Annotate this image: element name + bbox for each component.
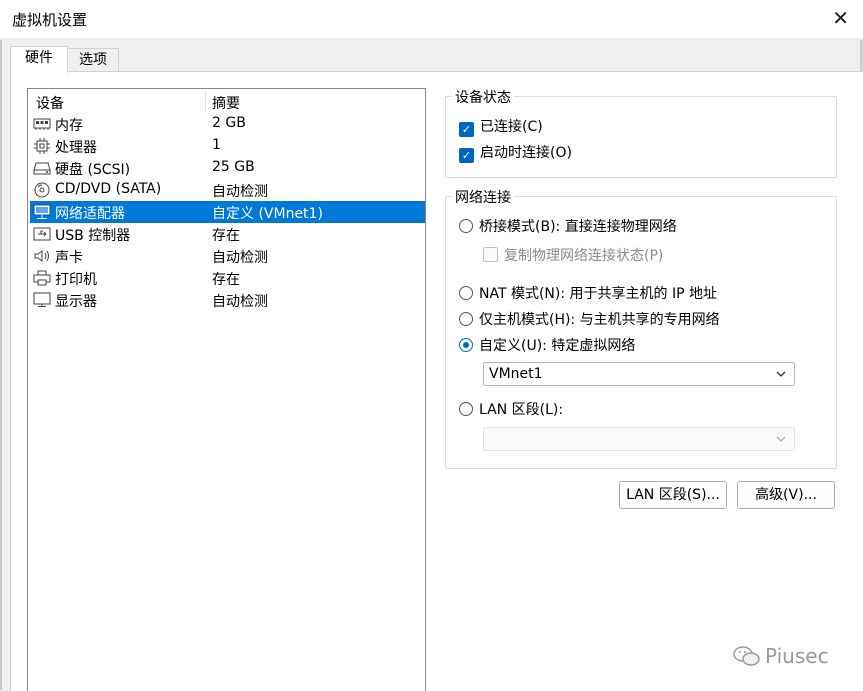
device-row-usb-controller[interactable]: USB 控制器 存在 [28,223,425,245]
column-separator[interactable] [205,91,206,111]
device-row-cd-dvd[interactable]: CD/DVD (SATA) 自动检测 [28,179,425,201]
device-summary: 自动检测 [212,294,268,310]
host-only-label: 仅主机模式(H): 与主机共享的专用网络 [479,312,720,328]
custom-radio[interactable]: 自定义(U): 特定虚拟网络 [459,335,635,355]
device-list-header: 设备 摘要 [28,89,425,113]
window-title: 虚拟机设置 [12,11,88,29]
device-status-title: 设备状态 [452,87,514,107]
monitor-icon [33,292,51,307]
device-summary: 自动检测 [212,250,268,266]
radio-indicator [459,338,473,352]
chevron-down-icon [776,436,786,442]
radio-indicator [459,286,473,300]
device-name: 打印机 [55,272,97,288]
custom-network-select[interactable]: VMnet1 [483,362,795,386]
device-name: 显示器 [55,294,97,310]
device-row-printer[interactable]: 打印机 存在 [28,267,425,289]
device-summary: 2 GB [212,115,246,131]
nat-label: NAT 模式(N): 用于共享主机的 IP 地址 [479,286,717,302]
lan-segment-label: LAN 区段(L): [479,402,564,418]
device-summary: 25 GB [212,159,255,175]
device-row-harddisk[interactable]: 硬盘 (SCSI) 25 GB [28,157,425,179]
connect-at-power-on-label: 启动时连接(O) [480,145,572,161]
nat-radio[interactable]: NAT 模式(N): 用于共享主机的 IP 地址 [459,283,717,303]
connected-checkbox[interactable]: ✓ 已连接(C) [459,116,543,137]
connect-at-power-on-checkbox[interactable]: ✓ 启动时连接(O) [459,142,572,163]
radio-indicator [459,402,473,416]
wechat-icon [733,646,760,666]
network-connection-title: 网络连接 [452,187,514,207]
tab-options[interactable]: 选项 [67,48,119,72]
device-status-group: 设备状态 [445,87,837,178]
replicate-state-checkbox[interactable]: 复制物理网络连接状态(P) [483,245,663,265]
host-only-radio[interactable]: 仅主机模式(H): 与主机共享的专用网络 [459,309,720,329]
lan-segments-button[interactable]: LAN 区段(S)... [619,481,727,509]
checkmark-icon: ✓ [459,122,474,137]
device-list[interactable]: 设备 摘要 内存 2 GB 处理器 1 硬盘 (SCSI) 25 GB CD/D… [27,88,426,691]
advanced-button[interactable]: 高级(V)... [737,481,835,509]
tab-hardware[interactable]: 硬件 [10,46,68,73]
custom-network-value: VMnet1 [489,366,543,382]
radio-indicator [459,312,473,326]
device-name: 硬盘 (SCSI) [55,162,131,178]
memory-icon [33,118,51,130]
device-name: CD/DVD (SATA) [55,181,162,197]
radio-indicator [459,219,473,233]
device-name: 内存 [55,118,83,134]
device-summary: 存在 [212,228,240,244]
device-name: 声卡 [55,250,83,266]
printer-icon [33,270,51,286]
device-row-network-adapter[interactable]: 网络适配器 自定义 (VMnet1) [30,201,425,223]
harddisk-icon [33,162,51,175]
custom-label: 自定义(U): 特定虚拟网络 [479,338,636,354]
device-row-display[interactable]: 显示器 自动检测 [28,289,425,311]
network-adapter-icon [33,204,51,219]
checkmark-icon: ✓ [459,148,474,163]
window-left-edge [0,40,2,690]
checkbox-indicator [483,247,498,262]
device-summary: 存在 [212,272,240,288]
device-row-processor[interactable]: 处理器 1 [28,135,425,157]
bridged-label: 桥接模式(B): 直接连接物理网络 [479,219,677,235]
device-summary: 自定义 (VMnet1) [212,206,323,222]
chevron-down-icon [776,371,786,377]
device-name: USB 控制器 [55,228,131,244]
device-row-sound-card[interactable]: 声卡 自动检测 [28,245,425,267]
device-summary: 1 [212,137,221,153]
replicate-state-label: 复制物理网络连接状态(P) [504,248,664,264]
tab-strip: 硬件 选项 [0,38,863,73]
speaker-icon [34,250,49,262]
watermark-text: Piusec [765,644,829,668]
bridged-radio[interactable]: 桥接模式(B): 直接连接物理网络 [459,216,677,236]
close-icon[interactable]: ✕ [832,6,849,30]
lan-segment-radio[interactable]: LAN 区段(L): [459,399,563,419]
watermark: Piusec [733,644,829,668]
device-row-memory[interactable]: 内存 2 GB [28,113,425,135]
usb-icon [33,227,51,241]
device-name: 处理器 [55,140,97,156]
connected-label: 已连接(C) [480,119,543,135]
column-header-device[interactable]: 设备 [36,93,64,113]
title-bar: 虚拟机设置 ✕ [0,0,863,38]
cd-dvd-icon [34,182,50,198]
device-name: 网络适配器 [55,206,125,222]
cpu-icon [34,138,50,154]
column-header-summary[interactable]: 摘要 [212,93,240,113]
lan-segment-select[interactable] [483,427,795,451]
device-summary: 自动检测 [212,184,268,200]
